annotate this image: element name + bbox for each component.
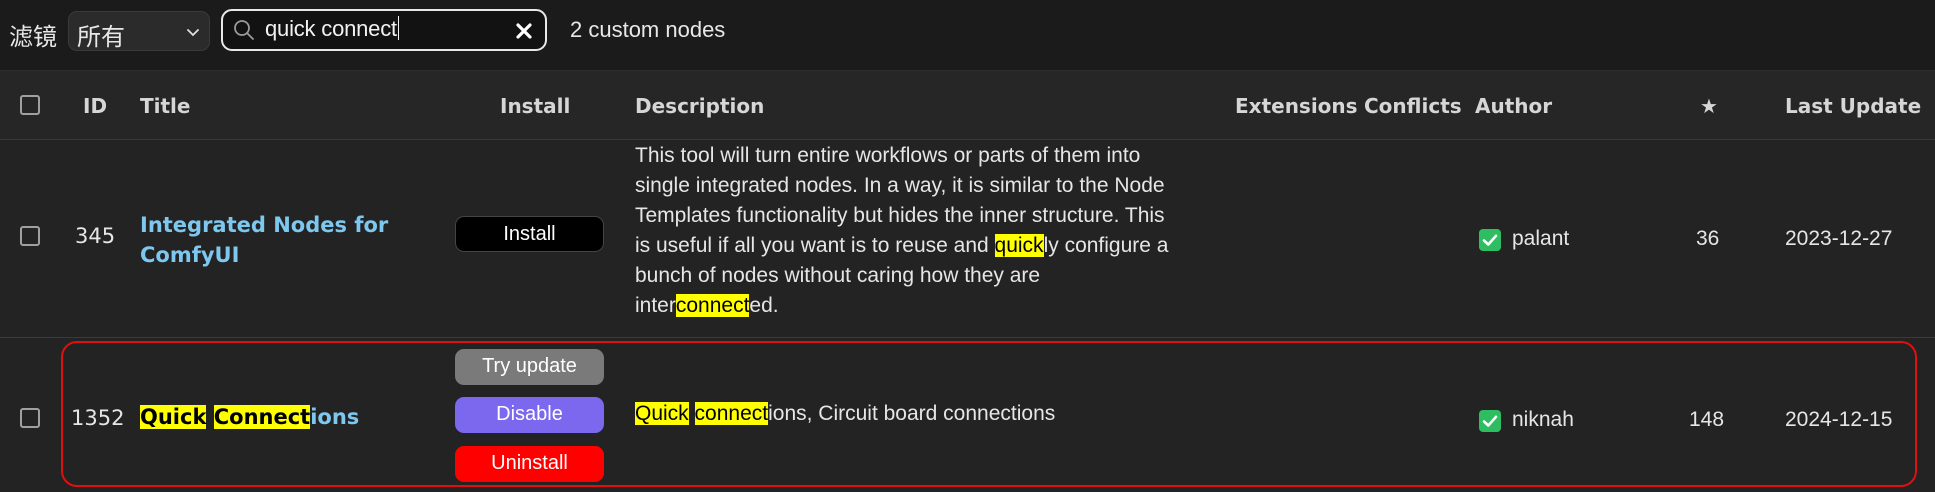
select-all-checkbox[interactable] bbox=[20, 95, 40, 115]
row-last-update: 2024-12-15 bbox=[1785, 408, 1893, 431]
search-input-text[interactable]: quick connect bbox=[265, 16, 400, 42]
disable-button[interactable]: Disable bbox=[455, 397, 604, 433]
row-description: Quick connections, Circuit board connect… bbox=[635, 402, 1056, 425]
row-title-link[interactable]: Quick Connections bbox=[140, 402, 359, 432]
column-header-description[interactable]: Description bbox=[635, 94, 764, 118]
table-row: 1352 Quick Connections Try update Disabl… bbox=[0, 338, 1935, 488]
toolbar: 滤镜 所有 quick connect 2 custom nodes bbox=[0, 0, 1935, 70]
chevron-down-icon bbox=[187, 29, 199, 37]
description-line: interconnected. bbox=[635, 294, 779, 317]
checkmark-icon bbox=[1479, 410, 1501, 432]
column-header-extensions[interactable]: Extensions bbox=[1235, 94, 1358, 118]
row-id: 345 bbox=[75, 224, 116, 248]
description-line: is useful if all you want is to reuse an… bbox=[635, 234, 1169, 257]
table-header: ID Title Install Description Extensions … bbox=[0, 70, 1935, 140]
row-checkbox[interactable] bbox=[20, 226, 40, 246]
search-icon bbox=[234, 20, 254, 40]
description-line: bunch of nodes without caring how they a… bbox=[635, 264, 1041, 287]
column-header-id[interactable]: ID bbox=[83, 94, 107, 118]
column-header-author[interactable]: Author bbox=[1475, 94, 1552, 118]
result-count: 2 custom nodes bbox=[570, 17, 726, 42]
row-title-line: Integrated Nodes for bbox=[140, 213, 389, 237]
row-title-link[interactable]: Integrated Nodes for ComfyUI bbox=[140, 210, 388, 270]
filter-label: 滤镜 bbox=[9, 24, 57, 51]
uninstall-button[interactable]: Uninstall bbox=[455, 446, 604, 482]
filter-select[interactable]: 所有 bbox=[68, 11, 210, 51]
column-header-title[interactable]: Title bbox=[140, 94, 190, 118]
row-id: 1352 bbox=[71, 406, 125, 430]
column-header-conflicts[interactable]: Conflicts bbox=[1364, 94, 1462, 118]
filter-select-value: 所有 bbox=[77, 24, 125, 51]
row-author[interactable]: palant bbox=[1512, 227, 1569, 251]
row-description: This tool will turn entire workflows or … bbox=[635, 141, 1235, 321]
row-title-line: ComfyUI bbox=[140, 243, 240, 267]
row-last-update: 2023-12-27 bbox=[1785, 227, 1893, 250]
install-button[interactable]: Install bbox=[455, 216, 604, 252]
close-icon[interactable] bbox=[514, 21, 534, 41]
description-line: Templates functionality but hides the in… bbox=[635, 204, 1165, 227]
row-author[interactable]: niknah bbox=[1512, 408, 1574, 432]
row-stars: 36 bbox=[1696, 227, 1720, 250]
column-header-install[interactable]: Install bbox=[500, 94, 570, 118]
custom-nodes-table: ID Title Install Description Extensions … bbox=[0, 70, 1935, 492]
checkmark-icon bbox=[1479, 229, 1501, 251]
row-checkbox[interactable] bbox=[20, 408, 40, 428]
column-header-stars[interactable]: ★ bbox=[1700, 94, 1718, 118]
search-input[interactable]: quick connect bbox=[221, 9, 547, 51]
description-line: single integrated nodes. In a way, it is… bbox=[635, 174, 1165, 197]
row-stars: 148 bbox=[1689, 408, 1725, 431]
table-row: 345 Integrated Nodes for ComfyUI Install… bbox=[0, 138, 1935, 338]
try-update-button[interactable]: Try update bbox=[455, 349, 604, 385]
column-header-last-update[interactable]: Last Update bbox=[1785, 94, 1921, 118]
description-line: This tool will turn entire workflows or … bbox=[635, 144, 1141, 167]
